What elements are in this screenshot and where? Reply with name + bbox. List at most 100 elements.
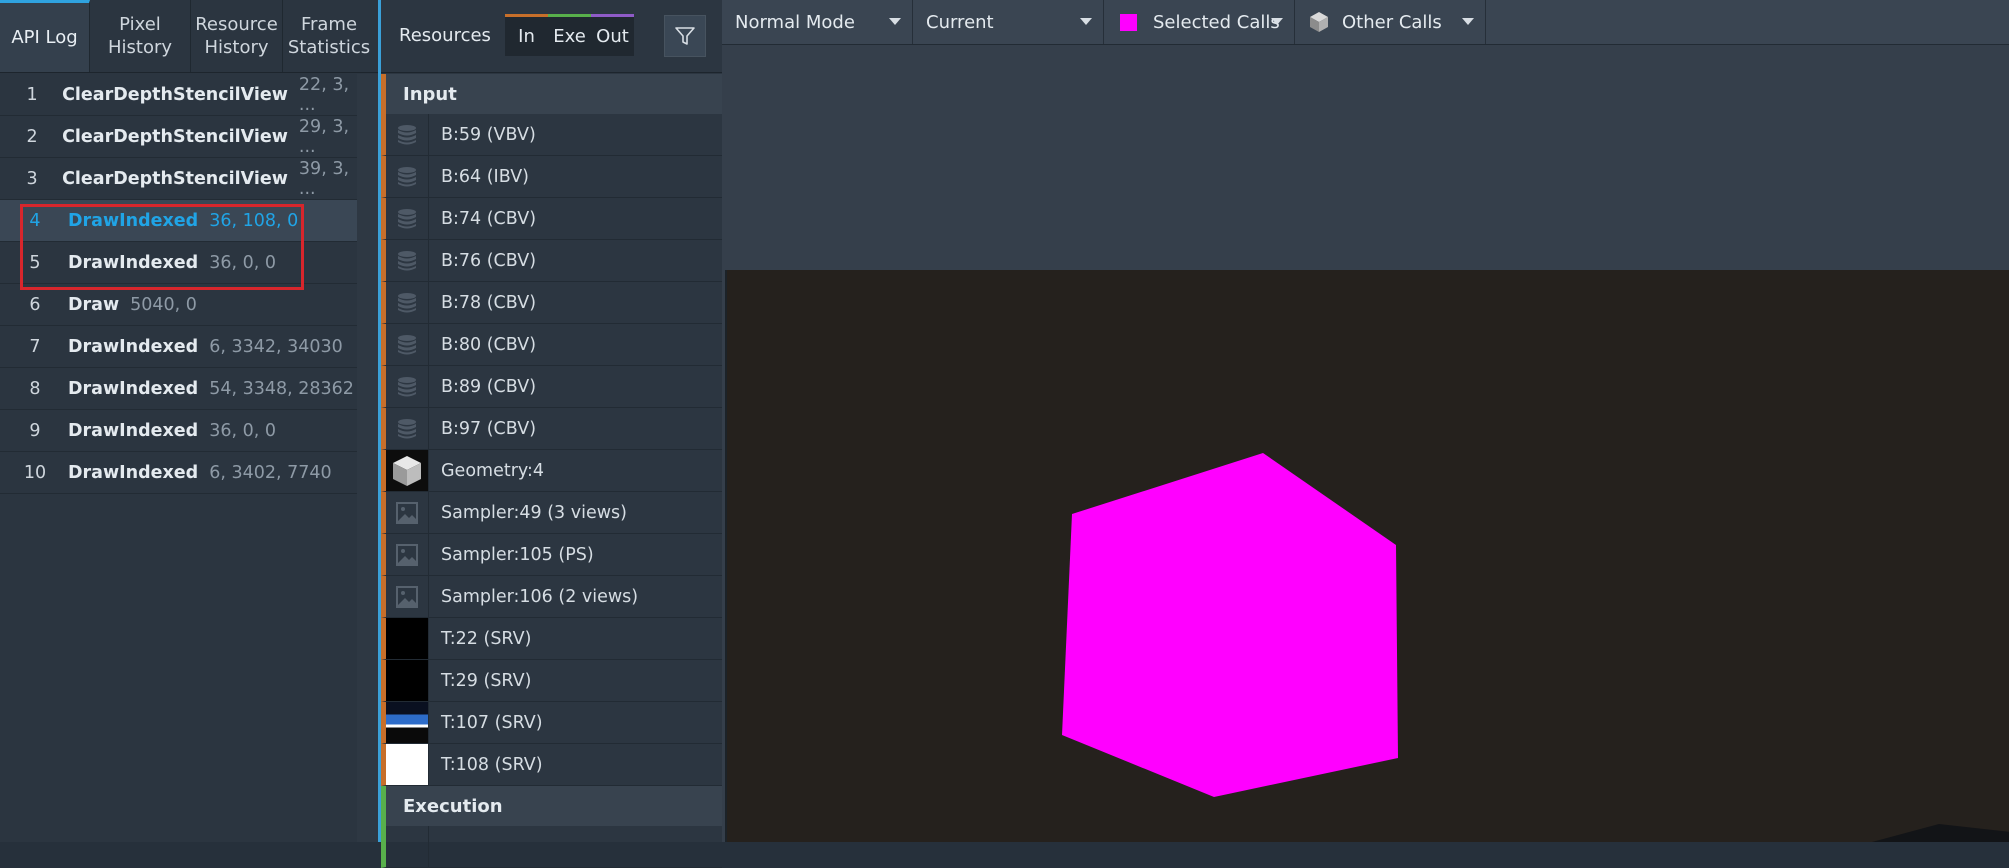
- target-label: Current: [926, 11, 994, 33]
- resource-item[interactable]: Sampler:49 (3 views): [381, 492, 722, 534]
- resources-title: Resources: [399, 25, 491, 46]
- geometry-thumbnail-icon: [386, 450, 429, 491]
- resource-label: B:74 (CBV): [441, 208, 537, 229]
- call-number: 3: [26, 168, 38, 189]
- call-args: 5040, 0: [130, 294, 197, 315]
- target-dropdown[interactable]: Current: [913, 0, 1104, 44]
- resource-label: B:64 (IBV): [441, 166, 529, 187]
- sampler-image-icon: [386, 576, 429, 617]
- resource-item[interactable]: B:78 (CBV): [381, 282, 722, 324]
- viewport-upper-area: [722, 45, 2009, 270]
- resources-toolbar: Resources In Exe Out: [381, 0, 722, 73]
- api-call-row[interactable]: 1 ClearDepthStencilView 22, 3, ...: [0, 74, 357, 116]
- buffer-icon: [386, 366, 429, 407]
- rendered-scene: [1062, 453, 2009, 842]
- scene-dark-corner: [1872, 824, 2009, 842]
- call-number: 5: [29, 252, 41, 273]
- tab-resource-history[interactable]: Resource History: [191, 0, 283, 72]
- resource-label: B:97 (CBV): [441, 418, 537, 439]
- api-call-row-selected[interactable]: 4 DrawIndexed 36, 108, 0: [0, 200, 357, 242]
- api-call-row[interactable]: 10 DrawIndexed 6, 3402, 7740: [0, 452, 357, 494]
- other-calls-dropdown[interactable]: Other Calls: [1295, 0, 1486, 44]
- call-function: DrawIndexed: [68, 462, 199, 483]
- call-args: 36, 0, 0: [209, 420, 276, 441]
- viewport-toolbar: Normal Mode Current Selected Calls Other…: [722, 0, 2009, 45]
- call-function: ClearDepthStencilView: [62, 168, 288, 189]
- chevron-down-icon: [1271, 18, 1283, 25]
- resource-item[interactable]: Sampler:105 (PS): [381, 534, 722, 576]
- call-number: 4: [29, 210, 41, 231]
- buffer-icon: [386, 324, 429, 365]
- call-function: ClearDepthStencilView: [62, 84, 288, 105]
- viewport-panel: Normal Mode Current Selected Calls Other…: [722, 0, 2009, 842]
- filter-button[interactable]: [664, 15, 706, 57]
- filter-output-button[interactable]: Out: [591, 14, 634, 56]
- gray-cube-icon: [1310, 12, 1328, 32]
- api-call-row[interactable]: 7 DrawIndexed 6, 3342, 34030: [0, 326, 357, 368]
- api-call-row[interactable]: 5 DrawIndexed 36, 0, 0: [0, 242, 357, 284]
- api-call-row[interactable]: 3 ClearDepthStencilView 39, 3, ...: [0, 158, 357, 200]
- resource-item[interactable]: T:22 (SRV): [381, 618, 722, 660]
- resource-label: T:22 (SRV): [441, 628, 532, 649]
- resource-label: T:107 (SRV): [441, 712, 543, 733]
- tab-frame-statistics[interactable]: Frame Statistics: [283, 0, 375, 72]
- call-args: 36, 108, 0: [209, 210, 299, 231]
- render-viewport[interactable]: [725, 270, 2009, 842]
- resource-item[interactable]: [381, 826, 722, 868]
- call-number: 6: [29, 294, 41, 315]
- mode-dropdown[interactable]: Normal Mode: [722, 0, 913, 44]
- filter-execution-button[interactable]: Exe: [548, 14, 591, 56]
- call-number: 2: [26, 126, 38, 147]
- call-number: 8: [29, 378, 41, 399]
- resource-thumbnail: [386, 826, 429, 867]
- resource-item[interactable]: B:59 (VBV): [381, 114, 722, 156]
- resource-item[interactable]: Geometry:4: [381, 450, 722, 492]
- resources-panel: Resources In Exe Out Input B:59 (VBV) B:…: [381, 0, 722, 868]
- call-args: 36, 0, 0: [209, 252, 276, 273]
- resource-item[interactable]: B:76 (CBV): [381, 240, 722, 282]
- filter-input-button[interactable]: In: [505, 14, 548, 56]
- magenta-swatch-icon: [1120, 13, 1137, 31]
- call-args: 29, 3, ...: [298, 116, 350, 157]
- mode-label: Normal Mode: [735, 11, 855, 33]
- texture-thumbnail: [386, 744, 429, 785]
- resource-label: B:78 (CBV): [441, 292, 537, 313]
- buffer-icon: [386, 114, 429, 155]
- resource-item[interactable]: B:89 (CBV): [381, 366, 722, 408]
- call-number: 1: [26, 84, 38, 105]
- buffer-icon: [386, 156, 429, 197]
- api-call-row[interactable]: 2 ClearDepthStencilView 29, 3, ...: [0, 116, 357, 158]
- magenta-cube: [1062, 453, 1398, 797]
- execution-section-header[interactable]: Execution: [381, 786, 722, 826]
- sampler-image-icon: [386, 534, 429, 575]
- api-list-scrollbar[interactable]: [357, 74, 378, 842]
- api-call-row[interactable]: 6 Draw 5040, 0: [0, 284, 357, 326]
- resource-item[interactable]: B:80 (CBV): [381, 324, 722, 366]
- tab-pixel-history[interactable]: Pixel History: [90, 0, 191, 72]
- texture-thumbnail: [386, 660, 429, 701]
- call-function: ClearDepthStencilView: [62, 126, 288, 147]
- resource-item[interactable]: B:97 (CBV): [381, 408, 722, 450]
- call-function: DrawIndexed: [68, 252, 199, 273]
- resource-item[interactable]: Sampler:106 (2 views): [381, 576, 722, 618]
- chevron-down-icon: [1080, 18, 1092, 25]
- api-call-row[interactable]: 8 DrawIndexed 54, 3348, 28362: [0, 368, 357, 410]
- texture-thumbnail: [386, 618, 429, 659]
- input-section-header[interactable]: Input: [381, 74, 722, 114]
- selected-calls-dropdown[interactable]: Selected Calls: [1104, 0, 1295, 44]
- api-call-row[interactable]: 9 DrawIndexed 36, 0, 0: [0, 410, 357, 452]
- tab-api-log[interactable]: API Log: [0, 0, 90, 72]
- call-args: 54, 3348, 28362: [209, 378, 354, 399]
- texture-thumbnail: [386, 702, 429, 743]
- chevron-down-icon: [889, 18, 901, 25]
- call-number: 7: [29, 336, 41, 357]
- resource-item[interactable]: T:107 (SRV): [381, 702, 722, 744]
- resource-item[interactable]: B:64 (IBV): [381, 156, 722, 198]
- resource-item[interactable]: B:74 (CBV): [381, 198, 722, 240]
- resource-item[interactable]: T:108 (SRV): [381, 744, 722, 786]
- resource-item[interactable]: T:29 (SRV): [381, 660, 722, 702]
- resource-label: T:108 (SRV): [441, 754, 543, 775]
- call-args: 39, 3, ...: [298, 158, 350, 199]
- buffer-icon: [386, 198, 429, 239]
- call-function: DrawIndexed: [68, 210, 199, 231]
